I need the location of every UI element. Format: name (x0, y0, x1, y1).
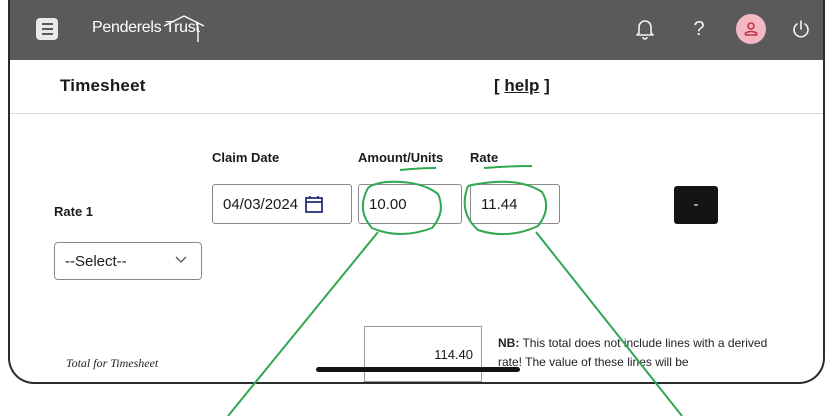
power-icon[interactable] (788, 16, 814, 42)
claim-date-input[interactable]: 04/03/2024 (212, 184, 352, 224)
app-header: Penderels Trust ? (10, 0, 823, 60)
nb-note: NB: This total does not include lines wi… (498, 334, 788, 372)
nb-bold: NB: (498, 336, 520, 350)
help-bracket-close: ] (544, 76, 550, 95)
rate-row-label: Rate 1 (54, 204, 94, 219)
chevron-down-icon (175, 256, 187, 263)
rate-select-dropdown[interactable]: --Select-- (54, 242, 202, 280)
home-indicator (316, 367, 520, 372)
bell-icon[interactable] (632, 16, 658, 42)
amount-units-input[interactable]: 10.00 (358, 184, 462, 224)
amount-units-label: Amount/Units (358, 150, 444, 165)
select-value: --Select-- (65, 252, 127, 270)
claim-date-value: 04/03/2024 (223, 195, 299, 213)
claim-date-label: Claim Date (212, 150, 280, 165)
help-link[interactable]: help (504, 76, 539, 95)
total-value: 114.40 (364, 326, 482, 382)
calendar-icon[interactable] (304, 194, 324, 214)
rate-label: Rate (470, 150, 499, 165)
help-link-wrapper: [ help ] (494, 76, 550, 96)
help-bracket-open: [ (494, 76, 500, 95)
user-avatar-icon[interactable] (736, 14, 766, 44)
page-title: Timesheet (60, 76, 146, 95)
phone-screen: Penderels Trust ? Timesheet [help] Cla… (8, 0, 825, 384)
nb-text: This total does not include lines with a… (498, 336, 768, 369)
rate-input[interactable]: 11.44 (470, 184, 560, 224)
question-icon[interactable]: ? (686, 16, 712, 42)
hamburger-menu-icon[interactable] (36, 18, 58, 40)
page-header: Timesheet [ help ] (10, 60, 823, 114)
total-label: Total for Timesheet (66, 356, 159, 370)
logo-roof-icon (163, 15, 205, 42)
remove-row-button[interactable]: - (674, 186, 718, 224)
